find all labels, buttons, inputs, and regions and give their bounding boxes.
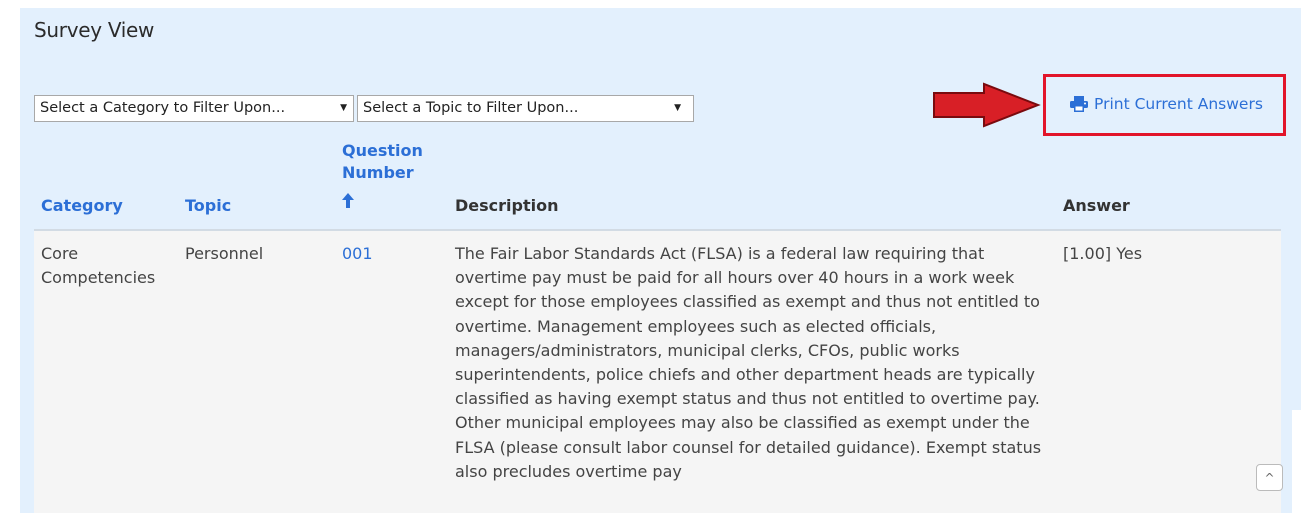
row-category-line2: Competencies [41,268,156,288]
category-filter-select[interactable]: Select a Category to Filter Upon... ▼ [34,95,354,122]
row-question-number-link[interactable]: 001 [342,242,373,266]
print-highlight-box: Print Current Answers [1043,74,1286,136]
row-description: The Fair Labor Standards Act (FLSA) is a… [455,244,1042,481]
row-answer: [1.00] Yes [1063,244,1143,263]
scrollbar-strip [1292,410,1301,513]
chevron-down-icon: ▼ [674,103,681,113]
column-header-description: Description [455,196,559,215]
column-header-category[interactable]: Category [41,195,123,217]
column-header-question-number[interactable]: Question Number [342,140,423,184]
arrow-up-icon[interactable] [342,193,354,209]
row-topic: Personnel [185,244,264,263]
column-header-topic[interactable]: Topic [185,195,231,217]
row-category: Core Competencies [41,242,155,290]
chevron-down-icon: ▼ [340,103,347,113]
category-filter-value: Select a Category to Filter Upon... [40,100,286,116]
scroll-to-top-button[interactable]: ^ [1256,464,1283,491]
row-category-line1: Core [41,244,79,263]
column-header-question-line1: Question [342,141,423,160]
topic-filter-select[interactable]: Select a Topic to Filter Upon... ▼ [357,95,694,122]
topic-filter-value: Select a Topic to Filter Upon... [363,100,579,116]
print-button-label: Print Current Answers [1094,95,1263,113]
print-current-answers-button[interactable]: Print Current Answers [1070,95,1263,113]
print-icon [1070,96,1088,112]
column-header-answer: Answer [1063,196,1130,215]
red-pointer-arrow-icon [933,82,1041,128]
page-title: Survey View [34,18,155,42]
column-header-question-line2: Number [342,163,414,182]
